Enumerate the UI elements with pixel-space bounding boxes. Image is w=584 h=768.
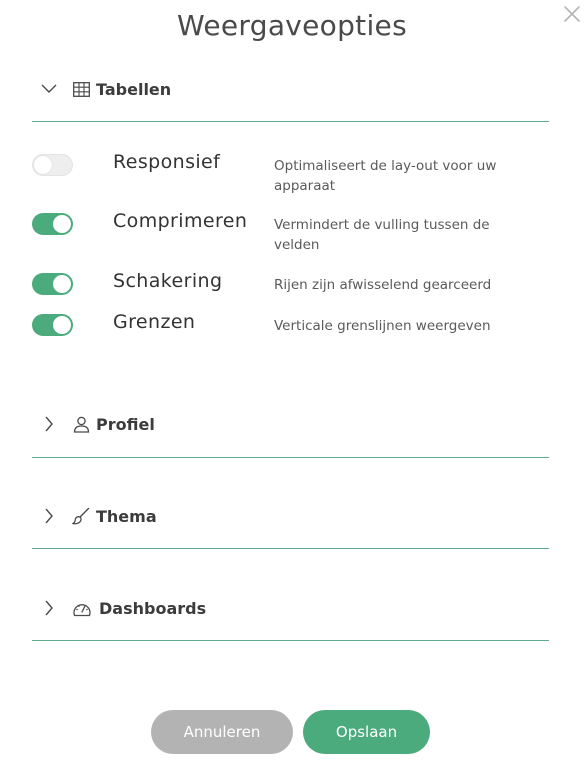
option-schakering: Schakering Rijen zijn afwisselend gearce…: [32, 270, 552, 313]
section-thema-header[interactable]: Thema: [40, 502, 157, 530]
save-button[interactable]: Opslaan: [303, 710, 430, 754]
toggle-schakering[interactable]: [32, 273, 73, 295]
brush-icon: [72, 507, 90, 525]
option-grenzen: Grenzen Verticale grenslijnen weergeven: [32, 311, 552, 354]
user-icon: [72, 415, 90, 433]
toggle-comprimeren[interactable]: [32, 213, 73, 235]
section-profiel-header[interactable]: Profiel: [40, 410, 155, 438]
toggle-responsief[interactable]: [32, 154, 73, 176]
chevron-right-icon: [40, 599, 58, 617]
option-description: Vermindert de vulling tussen de velden: [274, 217, 490, 253]
divider: [32, 457, 549, 458]
section-label-tabellen: Tabellen: [96, 79, 172, 99]
option-label: Comprimeren: [113, 210, 248, 232]
section-label-dashboards: Dashboards: [99, 598, 207, 618]
section-label-thema: Thema: [96, 506, 157, 526]
divider: [32, 548, 549, 549]
gauge-icon: [72, 599, 92, 617]
divider: [32, 121, 549, 122]
divider: [32, 640, 549, 641]
chevron-down-icon: [40, 80, 58, 98]
option-comprimeren: Comprimeren Vermindert de vulling tussen…: [32, 210, 552, 253]
table-icon: [72, 80, 90, 98]
option-description: Verticale grenslijnen weergeven: [274, 318, 491, 334]
option-description: Rijen zijn afwisselend gearceerd: [274, 277, 492, 293]
section-tabellen-header[interactable]: Tabellen: [40, 75, 171, 103]
dialog-title: Weergaveopties: [177, 9, 407, 42]
option-description: Optimaliseert de lay-out voor uw apparaa…: [274, 158, 497, 194]
toggle-grenzen[interactable]: [32, 314, 73, 336]
section-label-profiel: Profiel: [96, 414, 155, 434]
option-label: Grenzen: [113, 311, 196, 333]
section-dashboards-header[interactable]: Dashboards: [40, 594, 206, 622]
chevron-right-icon: [40, 415, 58, 433]
cancel-button[interactable]: Annuleren: [151, 710, 293, 754]
option-label: Responsief: [113, 151, 221, 173]
option-label: Schakering: [113, 270, 223, 292]
chevron-right-icon: [40, 507, 58, 525]
option-responsief: Responsief Optimaliseert de lay-out voor…: [32, 151, 552, 194]
